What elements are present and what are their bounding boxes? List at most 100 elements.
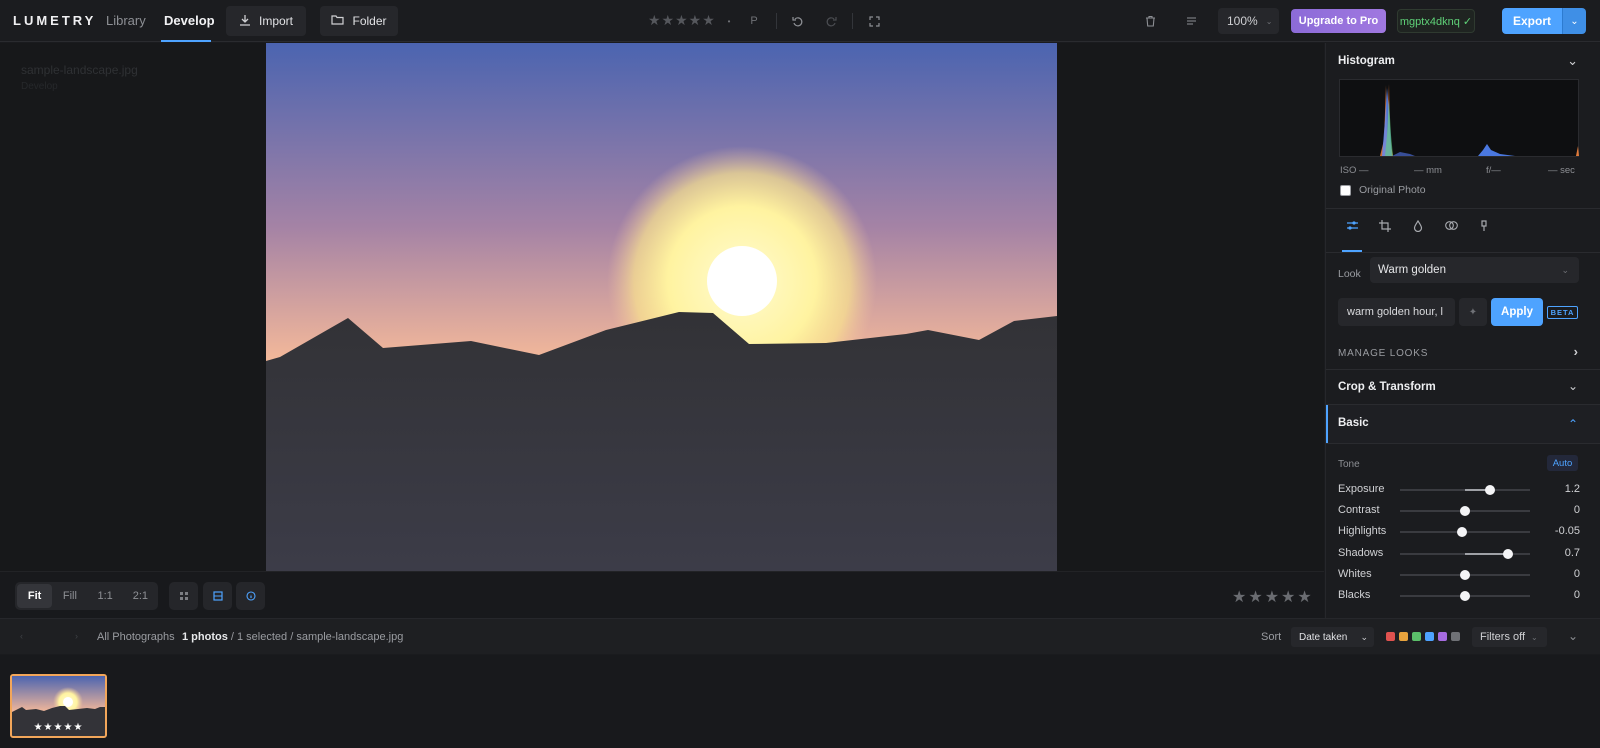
thumbnail-stars: ★★★★★ <box>33 722 84 733</box>
chevron-up-icon[interactable]: ⌃ <box>1568 417 1578 431</box>
zoom-select[interactable]: 100% ⌄ <box>1218 8 1279 34</box>
divider <box>1326 208 1600 209</box>
color-drop-icon[interactable] <box>1413 219 1423 235</box>
grid-view-icon[interactable] <box>169 582 198 610</box>
color-label-green[interactable] <box>1412 632 1421 641</box>
slider-blacks[interactable]: Blacks 0 <box>1338 587 1590 605</box>
import-button[interactable]: Import <box>226 6 306 36</box>
main-photo[interactable] <box>266 43 1057 571</box>
rating-stars-top[interactable]: ★★★★★ <box>648 12 716 29</box>
user-badge[interactable]: mgptx4dknq ✓ <box>1397 9 1475 33</box>
tone-label: Tone <box>1338 459 1360 470</box>
view-mode-1to1[interactable]: 1:1 <box>88 584 123 608</box>
photo-viewer: sample-landscape.jpg Develop <box>0 43 1324 571</box>
tab-library[interactable]: Library <box>106 13 146 28</box>
original-photo-checkbox[interactable] <box>1340 184 1351 196</box>
redo-icon[interactable] <box>822 12 840 30</box>
slider-value[interactable]: 0 <box>1574 504 1580 516</box>
look-prompt-input[interactable]: warm golden hour, l <box>1338 298 1455 326</box>
info-list-icon[interactable] <box>1182 12 1200 30</box>
sparkle-icon[interactable]: ✦ <box>1459 298 1487 326</box>
filters-button[interactable]: Filters off ⌄ <box>1472 627 1547 647</box>
nav-back-icon[interactable]: ‹ <box>20 631 23 641</box>
chevron-down-icon[interactable]: ⌄ <box>1567 53 1578 69</box>
selection-detail: / 1 selected / sample-landscape.jpg <box>227 631 404 643</box>
look-select[interactable]: Warm golden ⌄ <box>1370 257 1579 283</box>
sort-value: Date taken <box>1299 631 1348 643</box>
viewer-filename: sample-landscape.jpg <box>21 63 138 77</box>
slider-knob[interactable] <box>1484 485 1495 495</box>
brush-icon[interactable] <box>1479 220 1489 235</box>
slider-knob[interactable] <box>1460 570 1470 580</box>
slider-contrast[interactable]: Contrast 0 <box>1338 502 1590 520</box>
collection-breadcrumb[interactable]: All Photographs <box>97 631 175 643</box>
apply-look-button[interactable]: Apply <box>1491 298 1543 326</box>
slider-knob[interactable] <box>1456 527 1467 537</box>
color-label-red[interactable] <box>1386 632 1395 641</box>
nav-forward-icon[interactable]: › <box>75 631 78 641</box>
color-label-orange[interactable] <box>1399 632 1408 641</box>
color-label-blue[interactable] <box>1425 632 1434 641</box>
view-mode-2to1[interactable]: 2:1 <box>123 584 158 608</box>
undo-icon[interactable] <box>789 12 807 30</box>
folder-icon <box>331 14 345 28</box>
fullscreen-icon[interactable] <box>865 12 883 30</box>
basic-title[interactable]: Basic <box>1338 417 1369 429</box>
flag-button[interactable]: P <box>745 12 763 30</box>
color-label-gray[interactable] <box>1451 632 1460 641</box>
manage-looks-link[interactable]: MANAGE LOOKS <box>1338 348 1428 359</box>
look-label: Look <box>1338 268 1361 280</box>
slider-knob[interactable] <box>1460 506 1470 516</box>
adjust-sliders-icon[interactable] <box>1346 220 1359 234</box>
slider-value[interactable]: 0 <box>1574 589 1580 601</box>
slider-whites[interactable]: Whites 0 <box>1338 566 1590 584</box>
exif-iso: ISO — <box>1340 165 1369 176</box>
info-icon[interactable] <box>236 582 265 610</box>
slider-highlights[interactable]: Highlights -0.05 <box>1338 523 1590 541</box>
toolbar-divider <box>852 13 853 29</box>
slider-label: Shadows <box>1338 547 1384 559</box>
histogram-title[interactable]: Histogram <box>1338 55 1395 67</box>
view-mode-fill[interactable]: Fill <box>52 584 87 608</box>
export-options-button[interactable]: ⌄ <box>1562 8 1586 34</box>
slider-shadows[interactable]: Shadows 0.7 <box>1338 545 1590 563</box>
filmstrip-thumbnail[interactable]: ★★★★★ <box>10 674 107 738</box>
crop-transform-title[interactable]: Crop & Transform <box>1338 381 1436 393</box>
chevron-down-icon: ⌄ <box>1531 632 1538 642</box>
effects-icon[interactable] <box>1445 220 1458 234</box>
histogram <box>1339 79 1579 157</box>
sort-select[interactable]: Date taken ⌄ <box>1291 627 1374 647</box>
develop-panel: Histogram ⌄ ISO — — mm f/— — sec Origina… <box>1325 43 1600 618</box>
export-button[interactable]: Export <box>1502 8 1562 34</box>
folder-button[interactable]: Folder <box>320 6 398 36</box>
tab-develop[interactable]: Develop <box>164 13 215 28</box>
slider-exposure[interactable]: Exposure 1.2 <box>1338 481 1590 499</box>
color-label-purple[interactable] <box>1438 632 1447 641</box>
slider-value[interactable]: 0 <box>1574 568 1580 580</box>
view-mode-fit[interactable]: Fit <box>17 584 53 608</box>
exif-aperture: f/— <box>1486 165 1501 176</box>
crop-icon[interactable] <box>1379 220 1391 235</box>
slider-knob[interactable] <box>1460 591 1470 601</box>
auto-tone-button[interactable]: Auto <box>1547 455 1578 471</box>
import-label: Import <box>258 14 293 28</box>
trash-icon[interactable] <box>1141 12 1159 30</box>
selection-info: 1 photos / 1 selected / sample-landscape… <box>182 631 403 643</box>
chevron-right-icon[interactable]: › <box>1574 344 1578 359</box>
slider-value[interactable]: 0.7 <box>1565 547 1580 559</box>
upgrade-button[interactable]: Upgrade to Pro <box>1291 9 1386 33</box>
active-tab-indicator <box>161 40 211 42</box>
photo-count: 1 photos <box>182 631 228 643</box>
chevron-down-icon[interactable]: ⌄ <box>1568 379 1578 393</box>
slider-label: Whites <box>1338 568 1372 580</box>
slider-value[interactable]: -0.05 <box>1555 525 1580 537</box>
rating-clear-dot[interactable]: • <box>720 12 738 30</box>
slider-knob[interactable] <box>1502 549 1513 559</box>
loupe-view-icon[interactable] <box>203 582 232 610</box>
active-section-indicator <box>1326 405 1328 443</box>
collapse-filmstrip-icon[interactable]: ⌄ <box>1568 629 1578 643</box>
slider-value[interactable]: 1.2 <box>1565 483 1580 495</box>
original-photo-toggle[interactable]: Original Photo <box>1340 184 1426 196</box>
look-value: Warm golden <box>1378 264 1446 276</box>
rating-stars-bottom[interactable]: ★★★★★ <box>1232 587 1314 607</box>
